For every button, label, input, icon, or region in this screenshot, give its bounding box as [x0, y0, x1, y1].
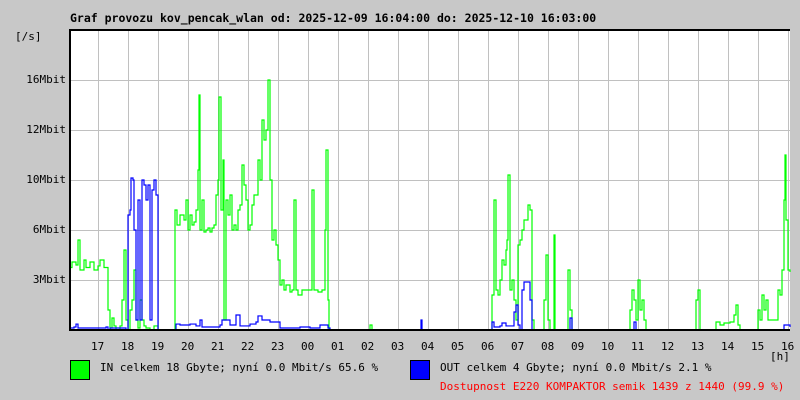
x-tick-label: 16 — [781, 340, 795, 353]
x-tick-label: 20 — [181, 340, 195, 353]
x-tick-label: 00 — [301, 340, 315, 353]
legend-out-swatch — [410, 360, 430, 380]
x-tick-label: 05 — [451, 340, 465, 353]
x-tick-label: 15 — [751, 340, 765, 353]
x-tick-label: 19 — [151, 340, 165, 353]
x-tick-label: 08 — [541, 340, 555, 353]
y-tick-label: 16Mbit — [26, 73, 66, 86]
legend-out-text: OUT celkem 4 Gbyte; nyní 0.0 Mbit/s 2.1 … — [440, 361, 712, 374]
x-tick-label: 12 — [661, 340, 675, 353]
x-tick-label: 03 — [391, 340, 405, 353]
x-tick-label: 23 — [271, 340, 285, 353]
availability-text: Dostupnost E220 KOMPAKTOR semik 1439 z 1… — [440, 380, 785, 393]
x-tick-label: 18 — [121, 340, 135, 353]
x-tick-label: 14 — [721, 340, 735, 353]
x-tick-label: 21 — [211, 340, 225, 353]
x-tick-label: 11 — [631, 340, 645, 353]
x-tick-label: 06 — [481, 340, 495, 353]
y-tick-label: 3Mbit — [32, 273, 66, 286]
x-tick-label: 01 — [331, 340, 345, 353]
x-tick-label: 17 — [91, 340, 105, 353]
x-tick-label: 10 — [601, 340, 615, 353]
x-tick-label: 04 — [421, 340, 435, 353]
y-tick-label: 10Mbit — [26, 173, 66, 186]
x-tick-label: 09 — [571, 340, 585, 353]
x-tick-label: 02 — [361, 340, 375, 353]
legend-in-swatch — [70, 360, 90, 380]
y-tick-label: 6Mbit — [32, 223, 66, 236]
y-tick-label: 12Mbit — [26, 123, 66, 136]
x-tick-label: 07 — [511, 340, 525, 353]
legend-in-text: IN celkem 18 Gbyte; nyní 0.0 Mbit/s 65.6… — [100, 361, 379, 374]
x-tick-label: 13 — [691, 340, 705, 353]
x-tick-label: 22 — [241, 340, 255, 353]
